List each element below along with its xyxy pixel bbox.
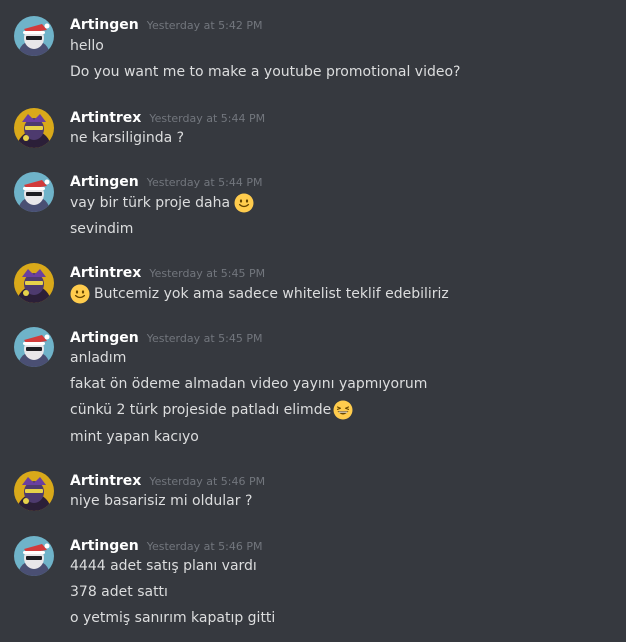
- artintrex-avatar[interactable]: [14, 471, 54, 511]
- artintrex-avatar[interactable]: [14, 108, 54, 148]
- message-text: ne karsiliginda ?: [70, 130, 185, 146]
- grinning-squinting-face-icon[interactable]: [333, 400, 353, 420]
- username[interactable]: Artintrex: [70, 110, 141, 126]
- timestamp[interactable]: Yesterday at 5:46 PM: [149, 475, 265, 488]
- username[interactable]: Artingen: [70, 330, 139, 346]
- username[interactable]: Artingen: [70, 174, 139, 190]
- artingen-avatar[interactable]: [14, 16, 54, 56]
- message-line: ne karsiliginda ?: [70, 128, 184, 148]
- message-line: anladım: [70, 348, 126, 368]
- artingen-avatar[interactable]: [14, 327, 54, 367]
- slightly-smiling-face-icon[interactable]: [70, 284, 90, 304]
- message-line: fakat ön ödeme almadan video yayını yapm…: [70, 374, 427, 394]
- message-text: 378 adet sattı: [70, 584, 168, 600]
- message-text: Butcemiz yok ama sadece whitelist teklif…: [94, 286, 449, 302]
- username[interactable]: Artingen: [70, 17, 139, 33]
- message-line: o yetmiş sanırım kapatıp gitti: [70, 608, 275, 628]
- artintrex-avatar[interactable]: [14, 263, 54, 303]
- message-text: mint yapan kacıyo: [70, 429, 199, 445]
- message-line: mint yapan kacıyo: [70, 427, 199, 447]
- message-header: Artingen Yesterday at 5:45 PM: [70, 327, 263, 346]
- message-text: Do you want me to make a youtube promoti…: [70, 64, 461, 80]
- timestamp[interactable]: Yesterday at 5:46 PM: [147, 540, 263, 553]
- timestamp[interactable]: Yesterday at 5:44 PM: [149, 112, 265, 125]
- username[interactable]: Artingen: [70, 538, 139, 554]
- message-line: sevindim: [70, 219, 133, 239]
- timestamp[interactable]: Yesterday at 5:44 PM: [147, 176, 263, 189]
- message-header: Artingen Yesterday at 5:44 PM: [70, 171, 263, 190]
- username[interactable]: Artintrex: [70, 473, 141, 489]
- message-text: vay bir türk proje daha: [70, 195, 231, 211]
- message-header: Artingen Yesterday at 5:46 PM: [70, 535, 263, 554]
- timestamp[interactable]: Yesterday at 5:45 PM: [147, 332, 263, 345]
- username[interactable]: Artintrex: [70, 265, 141, 281]
- timestamp[interactable]: Yesterday at 5:45 PM: [149, 267, 265, 280]
- message-text: fakat ön ödeme almadan video yayını yapm…: [70, 376, 428, 392]
- message-text: cünkü 2 türk projeside patladı elimde: [70, 402, 332, 418]
- message-line: hello: [70, 36, 104, 56]
- slightly-smiling-face-icon[interactable]: [234, 193, 254, 213]
- message-text: anladım: [70, 350, 127, 366]
- message-text: sevindim: [70, 221, 134, 237]
- message-header: Artingen Yesterday at 5:42 PM: [70, 14, 263, 33]
- message-line: niye basarisiz mi oldular ?: [70, 491, 252, 511]
- message-text: hello: [70, 38, 104, 54]
- message-header: Artintrex Yesterday at 5:46 PM: [70, 470, 265, 489]
- artingen-avatar[interactable]: [14, 536, 54, 576]
- message-line: 378 adet sattı: [70, 582, 168, 602]
- message-text: 4444 adet satış planı vardı: [70, 558, 257, 574]
- message-header: Artintrex Yesterday at 5:44 PM: [70, 107, 265, 126]
- message-line: 4444 adet satış planı vardı: [70, 556, 257, 576]
- message-line: vay bir türk proje daha: [70, 193, 256, 213]
- artingen-avatar[interactable]: [14, 172, 54, 212]
- message-text: niye basarisiz mi oldular ?: [70, 493, 253, 509]
- chat-messages: Artingen Yesterday at 5:42 PM hello Do yo…: [0, 0, 626, 642]
- message-line: Butcemiz yok ama sadece whitelist teklif…: [70, 284, 449, 304]
- message-line: cünkü 2 türk projeside patladı elimde: [70, 400, 355, 420]
- message-line: Do you want me to make a youtube promoti…: [70, 62, 460, 82]
- message-header: Artintrex Yesterday at 5:45 PM: [70, 262, 265, 281]
- message-text: o yetmiş sanırım kapatıp gitti: [70, 610, 276, 626]
- timestamp[interactable]: Yesterday at 5:42 PM: [147, 19, 263, 32]
